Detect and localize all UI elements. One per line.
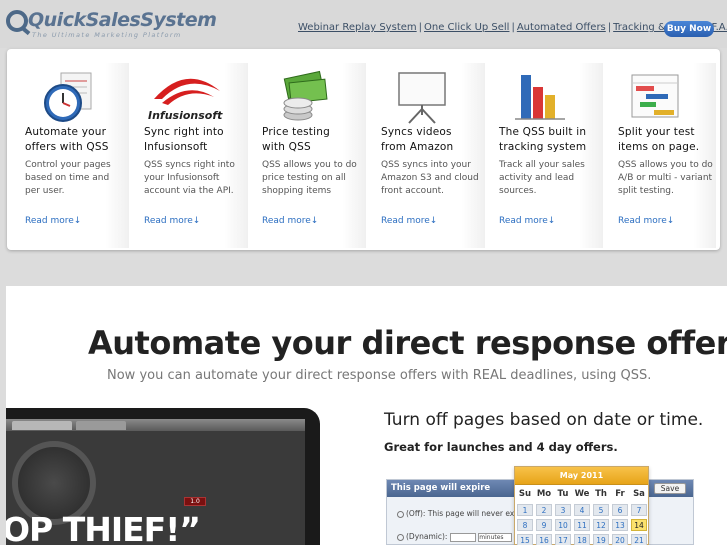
feature-body: Track all your sales activity and lead s…: [499, 160, 585, 196]
expire-off-option[interactable]: (Off): This page will never expire: [397, 509, 529, 518]
clock-calendar-icon: [44, 72, 92, 122]
calendar-day[interactable]: 3: [555, 504, 571, 516]
feature-title: Split your test items on page.: [618, 126, 700, 153]
calendar-dow: Sa: [633, 489, 645, 499]
widget-title: This page will expire: [391, 483, 491, 493]
calendar-day[interactable]: 5: [593, 504, 609, 516]
calendar-dow: Su: [518, 489, 532, 499]
calendar-header: May 2011: [515, 467, 648, 485]
calendar-day[interactable]: 4: [574, 504, 590, 516]
features-panel: Automate your offers with QSS Control you…: [7, 49, 720, 250]
tablet-screen-text: OP THIEF!”: [6, 510, 201, 545]
feature-infusionsoft: Infusionsoft Sync right into Infusionsoft…: [130, 63, 248, 248]
top-nav: Webinar Replay System | One Click Up Sell |…: [298, 22, 727, 33]
svg-text:Infusionsoft: Infusionsoft: [148, 109, 223, 122]
feature-body: QSS syncs into your Amazon S3 and cloud …: [381, 160, 479, 196]
expire-dynamic-option[interactable]: (Dynamic): minutes: [397, 532, 513, 542]
calendar-day[interactable]: 12: [593, 519, 609, 531]
calendar-day[interactable]: 16: [536, 534, 552, 545]
feature-amazon: Syncs videos from Amazon QSS syncs into y…: [367, 63, 485, 248]
calendar-day[interactable]: 2: [536, 504, 552, 516]
section-title: Turn off pages based on date or time.: [384, 410, 704, 430]
calendar-day[interactable]: 6: [612, 504, 628, 516]
feature-title: The QSS built in tracking system: [499, 126, 587, 153]
feature-body: QSS allows you to do price testing on al…: [262, 160, 357, 196]
date-picker: May 2011 Su Mo Tu We Th Fr Sa 1 2 3 4 5 6 7 8 9 10 11 12 1…: [514, 466, 649, 545]
calendar-day[interactable]: 19: [593, 534, 609, 545]
logo-tagline: The Ultimate Marketing Platform: [32, 31, 182, 39]
dynamic-value-input[interactable]: [449, 532, 476, 542]
calendar-day[interactable]: 21: [631, 534, 647, 545]
section-subtitle: Great for launches and 4 day offers.: [384, 440, 618, 454]
feature-split-testing: Split your test items on page. QSS allows…: [604, 63, 716, 248]
calendar-dow: Th: [595, 489, 607, 499]
calendar-day[interactable]: 15: [517, 534, 533, 545]
read-more-link[interactable]: Read more↓: [25, 216, 81, 226]
nav-one-click-upsell[interactable]: One Click Up Sell: [424, 22, 509, 33]
dynamic-unit-select[interactable]: minutes: [478, 532, 513, 542]
money-coins-icon: [283, 70, 328, 121]
feature-title: Syncs videos from Amazon: [381, 126, 454, 153]
read-more-link[interactable]: Read more↓: [262, 216, 318, 226]
calendar-dow: Mo: [536, 489, 552, 499]
feature-title: Price testing with QSS: [262, 126, 330, 153]
calendar-day[interactable]: 7: [631, 504, 647, 516]
feature-body: Control your pages based on time and per…: [25, 160, 111, 196]
site-header: QuickSalesSystem The Ultimate Marketing …: [0, 0, 727, 48]
tablet-screen: 1.0 OP THIEF!”: [6, 419, 305, 545]
bar-chart-icon: [515, 75, 565, 120]
feature-price-testing: Price testing with QSS QSS allows you to …: [248, 63, 366, 248]
browser-bar: [6, 419, 305, 431]
site-logo[interactable]: QuickSalesSystem The Ultimate Marketing …: [6, 9, 217, 39]
calendar-day[interactable]: 13: [612, 519, 628, 531]
main-section: Automate your direct response offers. No…: [6, 286, 727, 545]
calendar-day[interactable]: 14: [631, 519, 647, 531]
read-more-link[interactable]: Read more↓: [499, 216, 555, 226]
radio-icon[interactable]: [397, 533, 404, 541]
calendar-day[interactable]: 18: [574, 534, 590, 545]
feature-body: QSS allows you to do A/B or multi - vari…: [618, 160, 713, 196]
page-subhead: Now you can automate your direct respons…: [107, 368, 652, 383]
calendar-day[interactable]: 20: [612, 534, 628, 545]
price-tag: 1.0: [184, 497, 206, 506]
logo-text: QuickSalesSystem: [28, 9, 217, 31]
calendar-dow: We: [574, 489, 590, 499]
read-more-link[interactable]: Read more↓: [381, 216, 437, 226]
calendar-day[interactable]: 10: [555, 519, 571, 531]
calendar-day[interactable]: 17: [555, 534, 571, 545]
save-button[interactable]: Save: [654, 483, 686, 494]
feature-title: Automate your offers with QSS: [25, 126, 109, 153]
calendar-dow: Fr: [615, 489, 625, 499]
read-more-link[interactable]: Read more↓: [144, 216, 200, 226]
calendar-day[interactable]: 1: [517, 504, 533, 516]
feature-title: Sync right into Infusionsoft: [144, 126, 224, 153]
calendar-month: May 2011: [559, 471, 604, 480]
read-more-link[interactable]: Read more↓: [618, 216, 674, 226]
logo-q-icon: [6, 10, 28, 32]
feature-automate: Automate your offers with QSS Control you…: [11, 63, 129, 248]
nav-webinar-replay[interactable]: Webinar Replay System: [298, 22, 417, 33]
feature-tracking: The QSS built in tracking system Track al…: [485, 63, 603, 248]
radio-icon[interactable]: [397, 510, 404, 518]
page-headline: Automate your direct response offers.: [88, 324, 727, 362]
calendar-day[interactable]: 8: [517, 519, 533, 531]
feature-body: QSS syncs right into your Infusionsoft a…: [144, 160, 235, 196]
tablet-device-image: 1.0 OP THIEF!”: [6, 408, 320, 545]
calendar-day[interactable]: 11: [574, 519, 590, 531]
buy-now-button[interactable]: Buy Now: [664, 21, 714, 37]
nav-automated-offers[interactable]: Automated Offers: [517, 22, 606, 33]
calendar-dow: Tu: [557, 489, 569, 499]
infusionsoft-logo-icon: Infusionsoft: [148, 78, 223, 122]
gantt-chart-icon: [631, 74, 679, 118]
presentation-board-icon: [398, 72, 446, 124]
calendar-day[interactable]: 9: [536, 519, 552, 531]
